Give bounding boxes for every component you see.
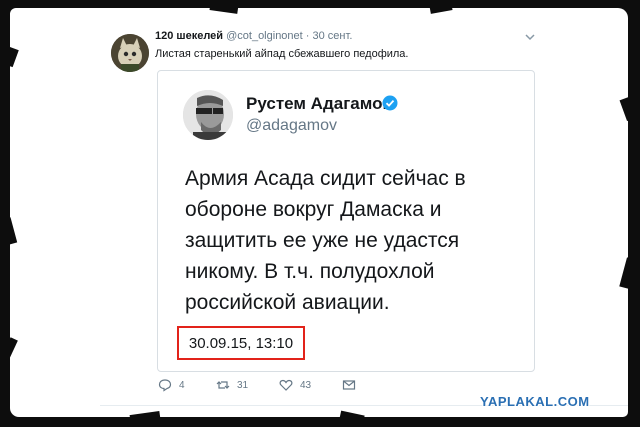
like-icon	[279, 379, 293, 391]
author-avatar[interactable]	[111, 34, 149, 72]
quoted-author-avatar[interactable]	[183, 90, 233, 140]
quoted-text-line: российской авиации.	[185, 291, 390, 314]
verified-badge-icon	[382, 95, 398, 111]
direct-message-button[interactable]	[342, 377, 363, 393]
chevron-down-icon[interactable]	[524, 32, 536, 42]
reply-icon	[158, 379, 172, 392]
quoted-text-line: обороне вокруг Дамаска и	[185, 198, 442, 221]
quoted-author-name[interactable]: Рустем Адагамов	[246, 94, 393, 114]
quoted-tweet-card[interactable]: Рустем Адагамов @adagamov Армия Асада си…	[157, 70, 535, 372]
quoted-text-line: Армия Асада сидит сейчас в	[185, 167, 466, 190]
author-name[interactable]: 120 шекелей	[155, 30, 223, 42]
quoted-text-line: никому. В т.ч. полудохлой	[185, 260, 435, 283]
quoted-timestamp-highlight: 30.09.15, 13:10	[177, 326, 305, 360]
tweet: 120 шекелей @cot_olginonet · 30 сент. Ли…	[10, 8, 628, 417]
site-watermark: YAPLAKAL.COM	[480, 394, 590, 409]
like-button[interactable]: 43	[279, 377, 311, 393]
retweet-icon	[216, 381, 230, 389]
tweet-text: Листая старенький айпад сбежавшего педоф…	[155, 48, 409, 60]
quoted-timestamp[interactable]: 30.09.15, 13:10	[189, 335, 293, 352]
reply-count: 4	[179, 379, 185, 391]
retweet-button[interactable]: 31	[216, 377, 248, 393]
author-handle[interactable]: @cot_olginonet	[226, 30, 303, 42]
quoted-author-handle[interactable]: @adagamov	[246, 117, 337, 135]
quoted-tweet-text: Армия Асада сидит сейчас в обороне вокру…	[185, 163, 525, 318]
retweet-count: 31	[237, 379, 249, 391]
reply-button[interactable]: 4	[158, 377, 185, 393]
screenshot-frame: 120 шекелей @cot_olginonet · 30 сент. Ли…	[10, 8, 628, 417]
direct-message-icon	[342, 380, 356, 390]
quoted-text-line: защитить ее уже не удастся	[185, 229, 460, 252]
separator-dot: ·	[305, 30, 310, 42]
tweet-date[interactable]: 30 сент.	[313, 30, 353, 42]
tweet-header: 120 шекелей @cot_olginonet · 30 сент.	[155, 30, 352, 42]
like-count: 43	[300, 379, 312, 391]
